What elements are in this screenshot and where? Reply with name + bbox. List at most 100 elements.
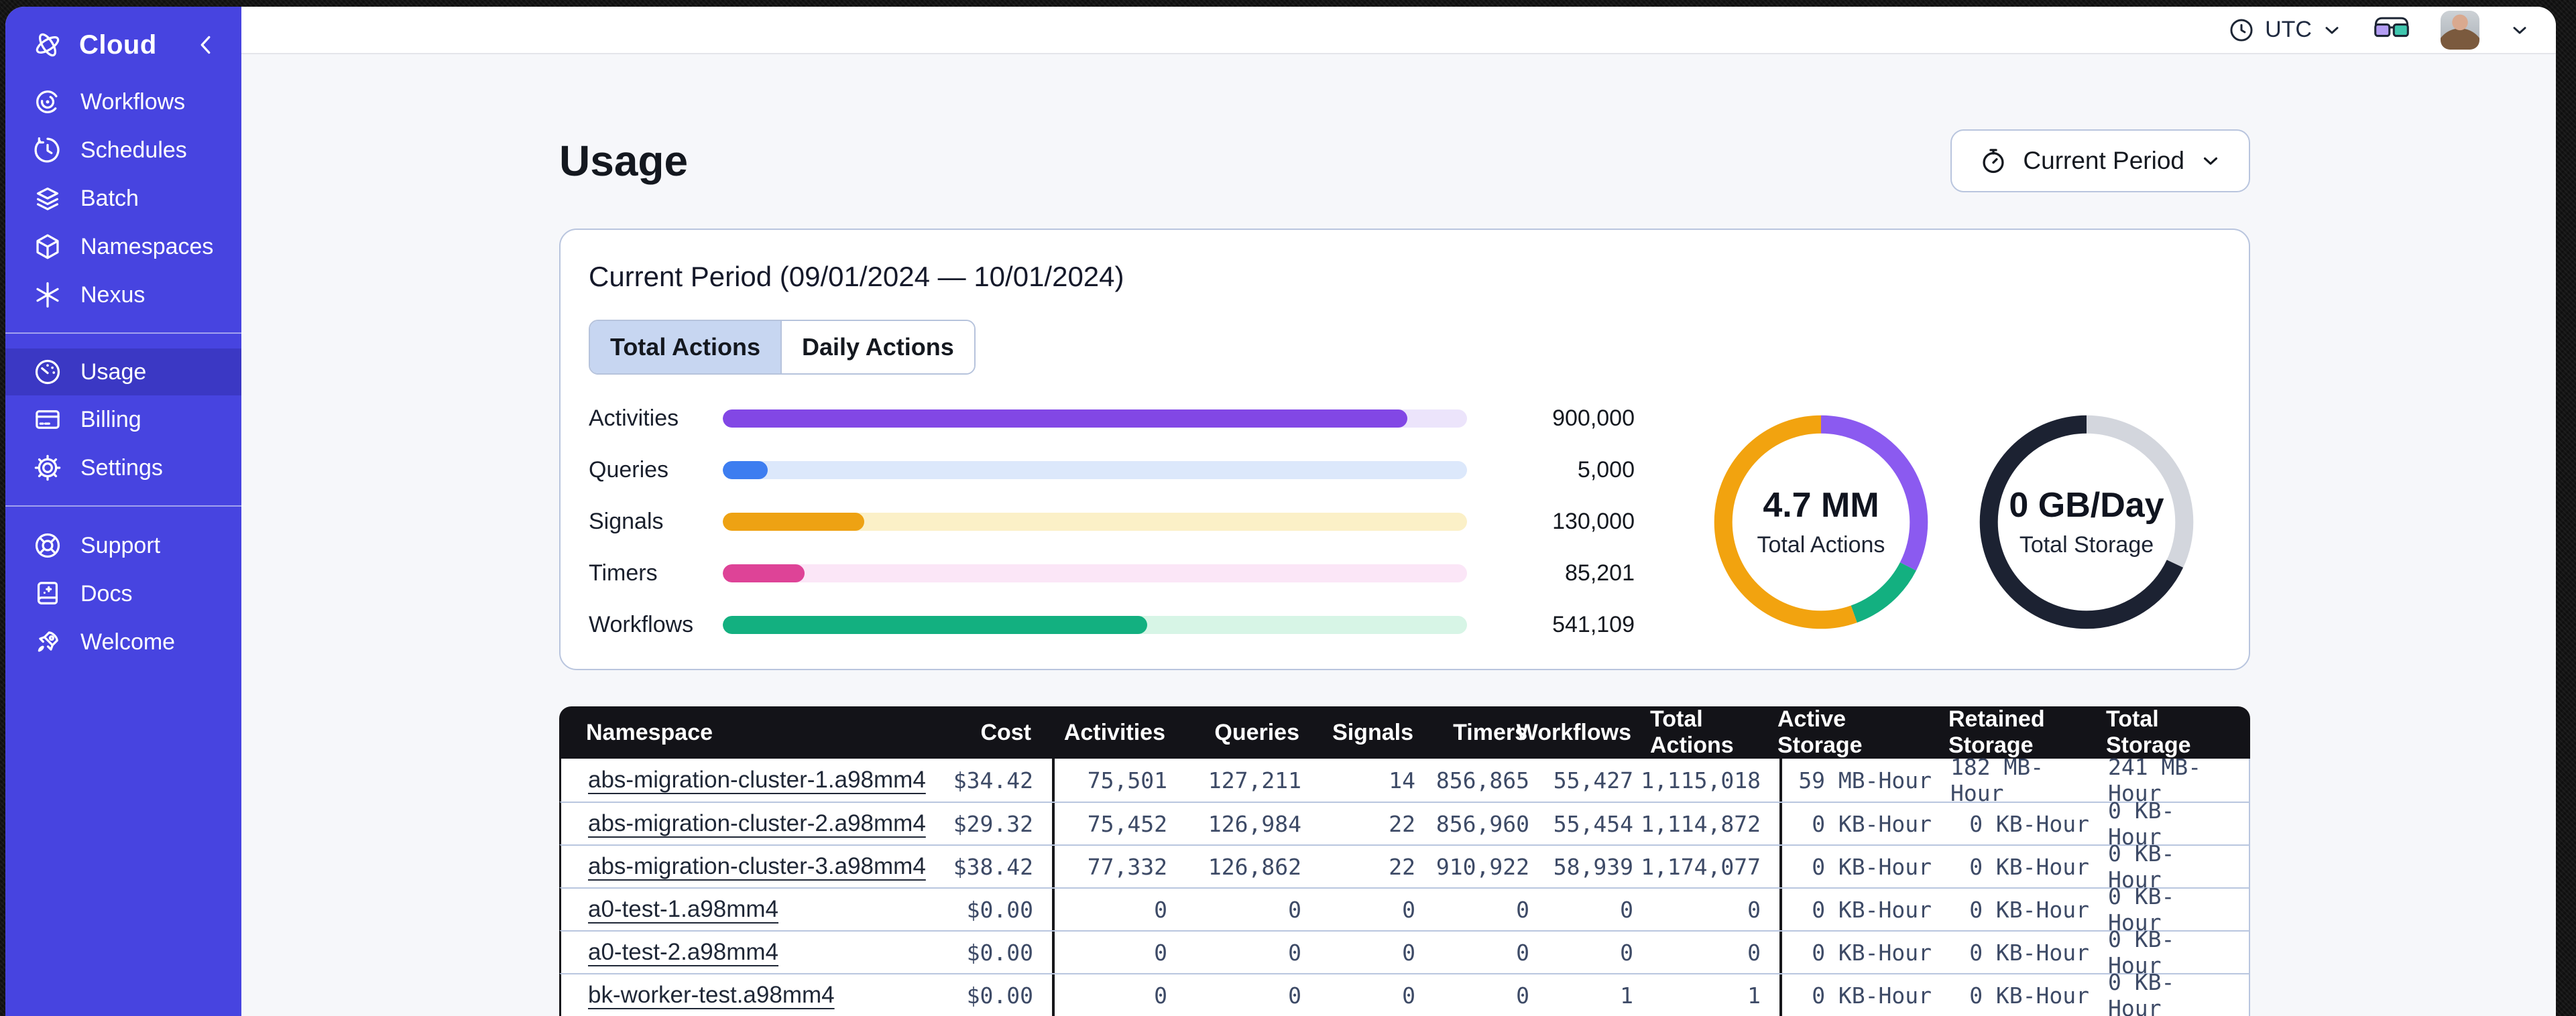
- sidebar-item-schedules[interactable]: Schedules: [5, 126, 241, 174]
- tab-total-actions[interactable]: Total Actions: [590, 321, 780, 373]
- bar-label: Activities: [589, 405, 679, 431]
- total-actions-cell: 1,115,018: [1641, 767, 1761, 793]
- namespace-link[interactable]: abs-migration-cluster-1.a98mm4: [588, 767, 926, 793]
- col-retained-storage: Retained Storage: [1948, 706, 2045, 758]
- sidebar-item-workflows[interactable]: Workflows: [5, 78, 241, 126]
- glasses-icon: [2372, 15, 2411, 42]
- timers-cell: 910,922: [1436, 853, 1529, 880]
- sidebar-item-nexus[interactable]: Nexus: [5, 271, 241, 319]
- bar-value: 5,000: [1577, 457, 1635, 483]
- namespace-link[interactable]: a0-test-1.a98mm4: [588, 896, 778, 923]
- bar-fill: [723, 513, 864, 531]
- active-storage-cell: 0 KB-Hour: [1779, 803, 1950, 844]
- sidebar-item-namespaces[interactable]: Namespaces: [5, 223, 241, 271]
- signals-cell: 22: [1389, 853, 1415, 880]
- desktop-background: { "topbar": { "timezone": "UTC" }, "side…: [0, 0, 2576, 1016]
- namespace-cell: bk-worker-test.a98mm4: [561, 974, 953, 1016]
- total-storage-cell: 241 MB-Hour: [2108, 754, 2202, 806]
- current-period-card: Current Period (09/01/2024 — 10/01/2024)…: [559, 229, 2250, 670]
- sidebar-item-settings[interactable]: Settings: [5, 444, 241, 492]
- namespace-link[interactable]: abs-migration-cluster-2.a98mm4: [588, 810, 926, 837]
- active-storage-cell: 0 KB-Hour: [1779, 846, 1950, 887]
- namespace-link[interactable]: a0-test-2.a98mm4: [588, 939, 778, 966]
- tab-daily-actions[interactable]: Daily Actions: [780, 321, 974, 373]
- retained-storage-cell: 0 KB-Hour: [1969, 853, 2089, 880]
- support-lifering-icon: [32, 530, 63, 561]
- chevron-down-icon: [2199, 149, 2222, 172]
- schedules-icon: [32, 135, 63, 166]
- activities-cell: 0: [1052, 932, 1186, 973]
- bar-value: 130,000: [1552, 509, 1635, 534]
- bar-track: [723, 513, 1467, 531]
- cloud-logo-icon: [32, 29, 63, 60]
- namespace-cell: abs-migration-cluster-2.a98mm4: [561, 803, 953, 844]
- period-select-button[interactable]: Current Period: [1950, 129, 2250, 192]
- table-row: abs-migration-cluster-3.a98mm4 $38.42 77…: [559, 840, 2250, 893]
- usage-gauge-icon: [32, 357, 63, 387]
- bar-fill: [723, 409, 1408, 428]
- table-body: abs-migration-cluster-1.a98mm4 $34.42 75…: [559, 754, 2250, 1016]
- sidebar-item-usage[interactable]: Usage: [5, 348, 241, 395]
- total-storage-value: 0 GB/Day: [2009, 486, 2164, 525]
- col-activities: Activities: [1063, 719, 1165, 745]
- sidebar-item-docs[interactable]: Docs: [5, 570, 241, 618]
- table-row: abs-migration-cluster-1.a98mm4 $34.42 75…: [559, 754, 2250, 806]
- retained-storage-cell: 0 KB-Hour: [1969, 939, 2089, 966]
- active-storage-cell: 0 KB-Hour: [1779, 974, 1950, 1016]
- total-actions-cell: 1,114,872: [1641, 810, 1761, 837]
- activities-cell: 75,501: [1052, 759, 1186, 802]
- total-storage-cell: 0 KB-Hour: [2108, 926, 2175, 978]
- usage-page: Usage Current Period Current Period (09/…: [241, 54, 2556, 1016]
- sidebar-collapse-button[interactable]: [190, 29, 221, 60]
- sidebar-item-label: Settings: [80, 454, 163, 481]
- col-signals: Signals: [1332, 719, 1413, 745]
- signals-cell: 0: [1402, 896, 1415, 923]
- stopwatch-icon: [1979, 146, 2008, 176]
- signals-cell: 22: [1389, 810, 1415, 837]
- cost-cell: $0.00: [966, 939, 1033, 966]
- workflows-cell: 1: [1620, 982, 1633, 1009]
- table-row: abs-migration-cluster-2.a98mm4 $29.32 75…: [559, 798, 2250, 850]
- account-chevron-down-icon[interactable]: [2509, 19, 2530, 41]
- cost-cell: $29.32: [953, 810, 1033, 837]
- bar-track: [723, 564, 1467, 582]
- signals-cell: 0: [1402, 939, 1415, 966]
- total-actions-donut: 4.7 MM Total Actions: [1712, 414, 1930, 631]
- signals-cell: 0: [1402, 982, 1415, 1009]
- bar-value: 85,201: [1565, 560, 1635, 586]
- topbar: UTC: [241, 7, 2556, 54]
- sidebar-item-welcome[interactable]: Welcome: [5, 618, 241, 666]
- namespace-link[interactable]: bk-worker-test.a98mm4: [588, 982, 835, 1009]
- bar-value: 541,109: [1552, 612, 1635, 637]
- namespace-cell: a0-test-2.a98mm4: [561, 932, 953, 973]
- table-row: a0-test-1.a98mm4 $0.00 0 0 0 0 0 0 0 KB-…: [559, 883, 2250, 936]
- feedback-glasses-button[interactable]: [2372, 15, 2411, 45]
- actions-view-tabs: Total Actions Daily Actions: [589, 320, 976, 375]
- total-actions-cell: 1,174,077: [1641, 853, 1761, 880]
- bar-fill: [723, 616, 1147, 634]
- main-area: UTC Usage Current Period Current Period …: [241, 7, 2556, 1016]
- namespace-usage-table: Namespace Cost Activities Queries Signal…: [559, 706, 2250, 1016]
- cost-cell: $0.00: [966, 982, 1033, 1009]
- avatar[interactable]: [2441, 10, 2479, 50]
- namespace-link[interactable]: abs-migration-cluster-3.a98mm4: [588, 853, 926, 880]
- bar-value: 900,000: [1552, 405, 1635, 431]
- bar-label: Signals: [589, 509, 664, 534]
- bar-fill: [723, 564, 805, 582]
- col-total-actions: Total Actions: [1650, 706, 1734, 758]
- retained-storage-cell: 182 MB-Hour: [1950, 754, 2044, 806]
- sidebar-item-support[interactable]: Support: [5, 521, 241, 570]
- timezone-select[interactable]: UTC: [2227, 16, 2343, 44]
- timers-cell: 0: [1516, 982, 1529, 1009]
- clock-icon: [2227, 16, 2256, 44]
- sidebar-item-label: Welcome: [80, 629, 176, 655]
- table-header-row: Namespace Cost Activities Queries Signal…: [559, 706, 2250, 759]
- activities-cell: 0: [1052, 974, 1186, 1016]
- namespace-cell: a0-test-1.a98mm4: [561, 889, 953, 930]
- sidebar-item-batch[interactable]: Batch: [5, 174, 241, 223]
- sidebar-item-label: Usage: [80, 359, 147, 385]
- sidebar-item-billing[interactable]: Billing: [5, 395, 241, 444]
- bar-fill: [723, 461, 768, 479]
- logo-label: Cloud: [79, 29, 157, 60]
- sidebar-item-label: Batch: [80, 185, 139, 211]
